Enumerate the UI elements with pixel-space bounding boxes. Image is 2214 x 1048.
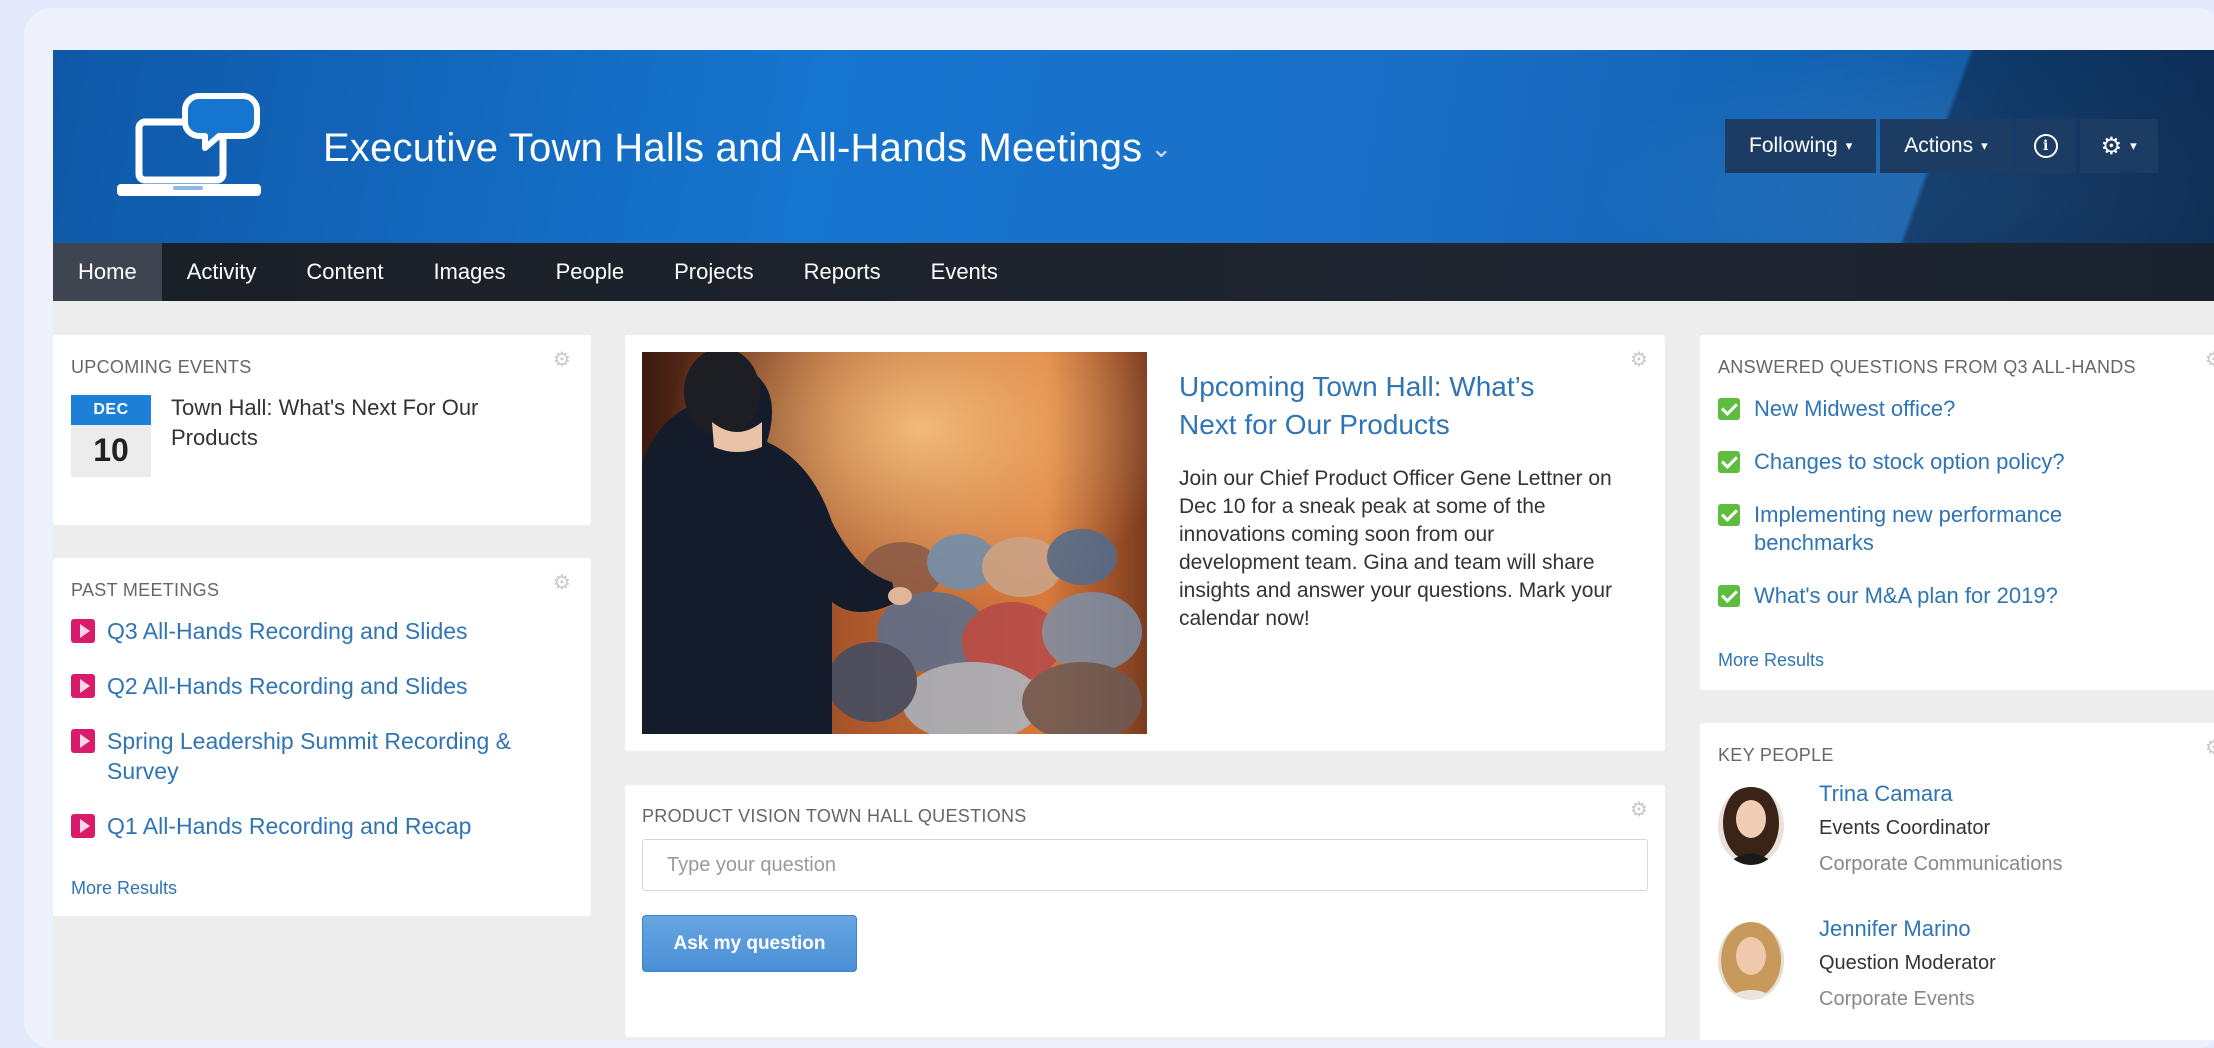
tab-activity[interactable]: Activity (162, 243, 282, 301)
list-item[interactable]: New Midwest office? (1718, 395, 2138, 423)
list-item[interactable]: What's our M&A plan for 2019? (1718, 582, 2138, 610)
place-banner: Executive Town Halls and All-Hands Meeti… (53, 50, 2214, 243)
person-name[interactable]: Jennifer Marino (1819, 916, 1971, 942)
answered-questions-card: ANSWERED QUESTIONS FROM Q3 ALL-HANDS ⚙ N… (1700, 335, 2214, 690)
past-meetings-list: Q3 All-Hands Recording and Slides Q2 All… (71, 616, 531, 866)
answered-list: New Midwest office? Changes to stock opt… (1718, 395, 2138, 635)
following-button[interactable]: Following ▾ (1725, 119, 1877, 173)
avatar[interactable] (1718, 787, 1784, 865)
event-title[interactable]: Town Hall: What's Next For Our Products (171, 393, 501, 453)
gear-icon[interactable]: ⚙ (2205, 737, 2214, 757)
past-meetings-heading: PAST MEETINGS (71, 580, 220, 600)
gear-icon[interactable]: ⚙ (553, 572, 573, 592)
tab-people[interactable]: People (531, 243, 650, 301)
person-department: Corporate Events (1819, 988, 1975, 1010)
check-icon (1718, 585, 1740, 607)
event-date: DEC 10 (71, 395, 151, 477)
app-window: Executive Town Halls and All-Hands Meeti… (53, 50, 2214, 1040)
chevron-down-icon: ⌄ (1150, 133, 1173, 163)
tab-events[interactable]: Events (906, 243, 1023, 301)
actions-label: Actions (1904, 134, 1974, 157)
list-item[interactable]: Q2 All-Hands Recording and Slides (71, 671, 531, 701)
tab-projects[interactable]: Projects (649, 243, 778, 301)
event-day: 10 (93, 432, 129, 468)
question-link[interactable]: Implementing new performance benchmarks (1754, 501, 2094, 557)
caret-down-icon: ▾ (1981, 138, 1988, 153)
question-input[interactable] (642, 839, 1648, 891)
person-name[interactable]: Trina Camara (1819, 781, 1953, 807)
gear-icon[interactable]: ⚙ (1630, 799, 1650, 819)
question-link[interactable]: New Midwest office? (1754, 395, 1955, 423)
person-card: Jennifer Marino Question Moderator Corpo… (1718, 916, 2178, 1026)
more-results-link[interactable]: More Results (1718, 650, 1824, 671)
gear-icon[interactable]: ⚙ (1630, 349, 1650, 369)
questions-card: PRODUCT VISION TOWN HALL QUESTIONS ⚙ Ask… (625, 785, 1665, 1037)
caret-down-icon: ▾ (2130, 138, 2137, 153)
list-item[interactable]: Implementing new performance benchmarks (1718, 501, 2138, 557)
video-icon (71, 814, 95, 838)
check-icon (1718, 504, 1740, 526)
upcoming-events-heading: UPCOMING EVENTS (71, 357, 252, 377)
upcoming-events-card: UPCOMING EVENTS ⚙ DEC 10 Town Hall: What… (53, 335, 591, 525)
person-role: Question Moderator (1819, 952, 1996, 974)
key-people-heading: KEY PEOPLE (1718, 745, 1834, 765)
check-icon (1718, 398, 1740, 420)
meeting-link[interactable]: Q3 All-Hands Recording and Slides (107, 616, 468, 646)
event-month: DEC (71, 395, 151, 425)
list-item[interactable]: Q3 All-Hands Recording and Slides (71, 616, 531, 646)
answered-heading: ANSWERED QUESTIONS FROM Q3 ALL-HANDS (1718, 357, 2136, 377)
video-icon (71, 674, 95, 698)
question-link[interactable]: Changes to stock option policy? (1754, 448, 2065, 476)
actions-button[interactable]: Actions ▾ (1880, 119, 2012, 173)
tab-reports[interactable]: Reports (779, 243, 906, 301)
ask-question-button[interactable]: Ask my question (642, 915, 857, 972)
gear-icon[interactable]: ⚙ (553, 349, 573, 369)
feature-title[interactable]: Upcoming Town Hall: What’s Next for Our … (1179, 368, 1599, 444)
feature-card: ⚙ Upcoming Town Hall: What’s Next for Ou… (625, 335, 1665, 751)
laptop-chat-icon (117, 93, 261, 196)
more-results-link[interactable]: More Results (71, 878, 177, 899)
video-icon (71, 729, 95, 753)
place-title-text: Executive Town Halls and All-Hands Meeti… (323, 126, 1143, 170)
video-icon (71, 619, 95, 643)
settings-button[interactable]: ⚙ ▾ (2079, 119, 2158, 173)
meeting-link[interactable]: Spring Leadership Summit Recording & Sur… (107, 726, 527, 786)
person-department: Corporate Communications (1819, 853, 2063, 875)
tab-home[interactable]: Home (53, 243, 162, 301)
check-icon (1718, 451, 1740, 473)
info-button[interactable]: i (2015, 119, 2076, 173)
tab-content[interactable]: Content (281, 243, 408, 301)
place-title[interactable]: Executive Town Halls and All-Hands Meeti… (323, 126, 1172, 171)
questions-heading: PRODUCT VISION TOWN HALL QUESTIONS (642, 806, 1027, 826)
meeting-link[interactable]: Q1 All-Hands Recording and Recap (107, 811, 471, 841)
list-item[interactable]: Spring Leadership Summit Recording & Sur… (71, 726, 531, 786)
list-item[interactable]: Changes to stock option policy? (1718, 448, 2138, 476)
gear-icon[interactable]: ⚙ (2205, 349, 2214, 369)
past-meetings-card: PAST MEETINGS ⚙ Q3 All-Hands Recording a… (53, 558, 591, 916)
tab-images[interactable]: Images (408, 243, 530, 301)
info-icon: i (2033, 134, 2058, 158)
feature-body: Join our Chief Product Officer Gene Lett… (1179, 467, 1613, 630)
meeting-link[interactable]: Q2 All-Hands Recording and Slides (107, 671, 468, 701)
banner-actions: Following ▾ Actions ▾ i ⚙ ▾ (1725, 119, 2158, 173)
key-people-card: KEY PEOPLE ⚙ Trina Camara Events Coordin… (1700, 723, 2214, 1040)
town-hall-photo (642, 352, 1147, 734)
person-role: Events Coordinator (1819, 817, 1991, 839)
avatar[interactable] (1718, 922, 1784, 1000)
person-card: Trina Camara Events Coordinator Corporat… (1718, 781, 2178, 891)
following-label: Following (1749, 134, 1838, 157)
gear-icon: ⚙ (2100, 132, 2123, 160)
question-link[interactable]: What's our M&A plan for 2019? (1754, 582, 2058, 610)
list-item[interactable]: Q1 All-Hands Recording and Recap (71, 811, 531, 841)
caret-down-icon: ▾ (1845, 138, 1853, 153)
place-nav: Home Activity Content Images People Proj… (53, 243, 2214, 301)
